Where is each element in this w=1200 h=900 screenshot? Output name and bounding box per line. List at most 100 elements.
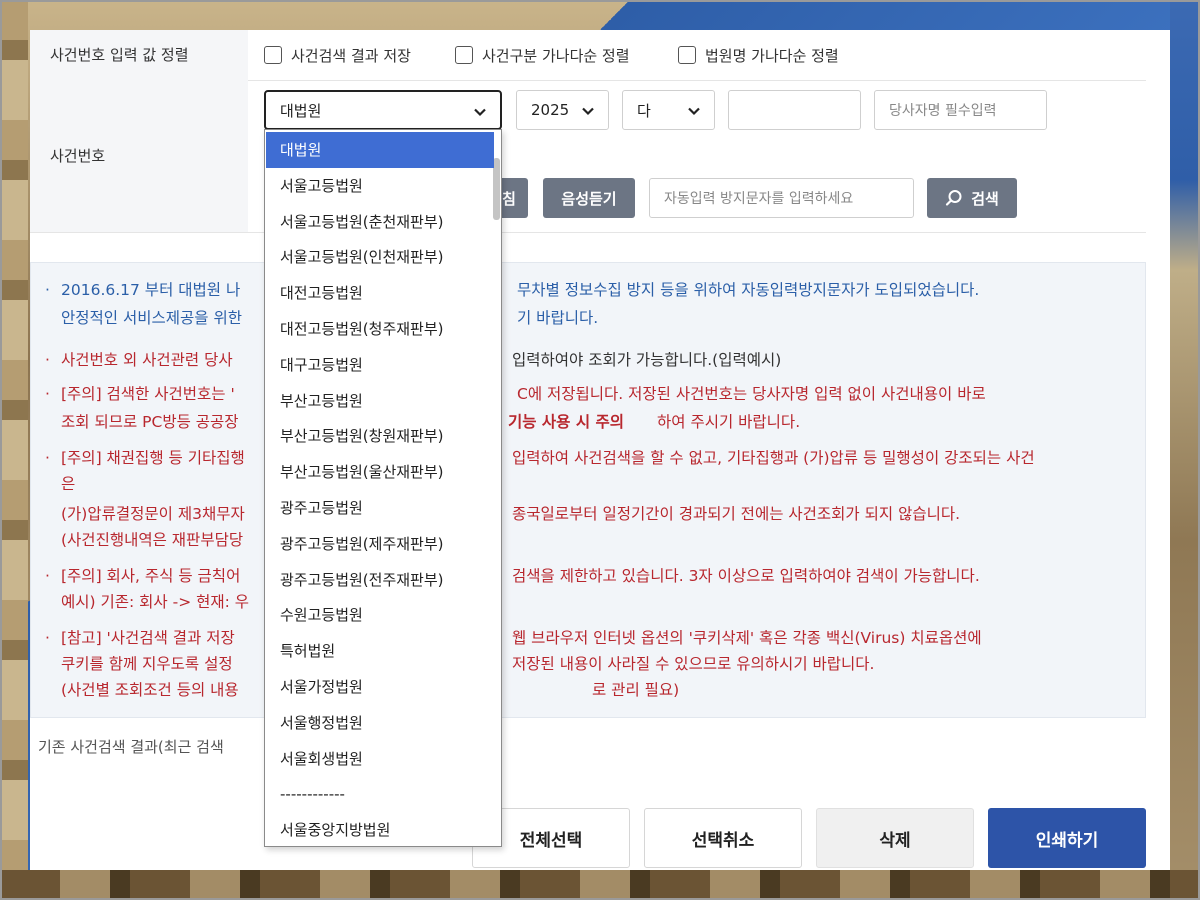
notice-line: 안정적인 서비스제공을 위한 기 바랍니다. [45,305,598,331]
case-number-row: 사건번호 대법원 2025 다 당사자명 필수입력 침 음성듣기 자동입력 방지… [30,80,1146,233]
notice-line: · [주의] 채권집행 등 기타집행 입력하여 사건검색을 할 수 없고, 기타집행… [45,445,1035,471]
previous-results-text: 기존 사건검색 결과(최근 검색 [38,738,224,756]
sort-row-label: 사건번호 입력 값 정렬 [30,30,248,80]
notice-text: 저장된 내용이 사라질 수 있으므로 유의하시기 바랍니다. [512,655,875,673]
print-button[interactable]: 인쇄하기 [988,808,1146,868]
checkbox-box[interactable] [678,46,696,64]
search-panel: 사건번호 입력 값 정렬 사건검색 결과 저장 사건구분 가나다순 정렬 법원명… [30,30,1170,870]
dropdown-scrollbar[interactable] [493,130,501,846]
party-name-input[interactable]: 당사자명 필수입력 [874,90,1047,130]
notice-text: [주의] 채권집행 등 기타집행 [61,449,245,467]
notice-text: C에 저장됩니다. 저장된 사건번호는 당사자명 입력 없이 사건내용이 바로 [517,385,986,403]
checkbox-label: 사건검색 결과 저장 [291,46,411,65]
notice-line: 쿠키를 함께 지우도록 설정 저장된 내용이 사라질 수 있으므로 유의하시기 바… [45,651,874,677]
notice-bullet: · [45,567,50,585]
save-results-checkbox[interactable]: 사건검색 결과 저장 [264,44,411,66]
dropdown-separator: ------------ [280,785,345,804]
case-type-select-value: 다 [637,101,651,120]
court-option[interactable]: 부산고등법원 [266,383,494,419]
sort-court-name-checkbox[interactable]: 법원명 가나다순 정렬 [678,44,839,66]
background-right [1170,0,1200,900]
court-option[interactable]: 대법원 [266,132,494,168]
notice-text: 은 [61,475,76,493]
court-option[interactable]: 서울고등법원 [266,168,494,204]
sort-case-type-checkbox[interactable]: 사건구분 가나다순 정렬 [455,44,630,66]
court-option[interactable]: 광주고등법원(제주재판부) [266,526,494,562]
notice-text: 종국일로부터 일정기간이 경과되기 전에는 사건조회가 되지 않습니다. [512,505,961,523]
notice-text: [주의] 검색한 사건번호는 ' [61,385,235,403]
notice-text: (가)압류결정문이 제3채무자 [61,505,245,523]
search-icon [946,190,962,206]
notice-line: · 2016.6.17 부터 대법원 나 무차별 정보수집 방지 등을 위하여 자동… [45,277,979,303]
notice-bullet: · [45,629,50,647]
case-number-label: 사건번호 [30,80,248,232]
notice-text: 안정적인 서비스제공을 위한 [61,309,242,327]
notice-text: [주의] 회사, 주식 등 금칙어 [61,567,241,585]
court-select[interactable]: 대법원 [264,90,502,130]
case-type-select[interactable]: 다 [622,90,715,130]
court-dropdown-list[interactable]: 대법원 서울고등법원 서울고등법원(춘천재판부) 서울고등법원(인천재판부) 대전고등법… [264,129,502,847]
delete-button[interactable]: 삭제 [816,808,974,868]
court-option[interactable]: 서울고등법원(인천재판부) [266,239,494,275]
notice-text: [참고] '사건검색 결과 저장 [61,629,235,647]
checkbox-label: 법원명 가나다순 정렬 [705,46,839,65]
captcha-input[interactable]: 자동입력 방지문자를 입력하세요 [649,178,914,218]
court-option[interactable]: 대구고등법원 [266,347,494,383]
checkbox-box[interactable] [264,46,282,64]
court-option[interactable]: 서울가정법원 [266,669,494,705]
court-option[interactable]: 광주고등법원(전주재판부) [266,562,494,598]
notice-text: 입력하여 사건검색을 할 수 없고, 기타집행과 (가)압류 등 밀행성이 강조… [512,449,1035,467]
search-button-label: 검색 [971,189,999,208]
notice-box: · 2016.6.17 부터 대법원 나 무차별 정보수집 방지 등을 위하여 자동… [30,262,1146,718]
court-option[interactable]: 부산고등법원(창원재판부) [266,418,494,454]
notice-line: 은 [45,471,75,497]
notice-line: 조회 되므로 PC방등 공공장 기능 사용 시 주의 하여 주시기 바랍니다. [45,409,800,435]
background-left [0,0,28,900]
court-select-value: 대법원 [280,101,322,120]
year-select-value: 2025 [531,101,570,119]
deselect-button[interactable]: 선택취소 [644,808,802,868]
notice-line: · [주의] 회사, 주식 등 금칙어 검색을 제한하고 있습니다. 3자 이상으로… [45,563,980,589]
notice-line: (가)압류결정문이 제3채무자 종국일로부터 일정기간이 경과되기 전에는 사건조… [45,501,960,527]
court-option[interactable]: 부산고등법원(울산재판부) [266,454,494,490]
notice-line: (사건별 조회조건 등의 내용 로 관리 필요) [45,677,679,703]
court-option[interactable]: 서울회생법원 [266,741,494,777]
court-option[interactable]: 서울행정법원 [266,705,494,741]
notice-text: (사건진행내역은 재판부담당 [61,531,244,549]
year-select[interactable]: 2025 [516,90,609,130]
court-option[interactable]: 대전고등법원(청주재판부) [266,311,494,347]
dropdown-scrollbar-thumb[interactable] [493,158,500,220]
notice-text: 웹 브라우저 인터넷 옵션의 '쿠키삭제' 혹은 각종 백신(Virus) 치료… [512,629,982,647]
court-option[interactable]: 특허법원 [266,633,494,669]
notice-text: 검색을 제한하고 있습니다. 3자 이상으로 입력하여야 검색이 가능합니다. [512,567,980,585]
chevron-down-icon [582,107,594,116]
court-option[interactable]: 서울고등법원(춘천재판부) [266,204,494,240]
court-option[interactable]: 대전고등법원 [266,275,494,311]
background-bottom [0,870,1200,900]
search-button[interactable]: 검색 [927,178,1017,218]
court-option[interactable]: 서울중앙지방법원 [266,812,494,846]
court-option[interactable]: 수원고등법원 [266,597,494,633]
notice-line: · [참고] '사건검색 결과 저장 웹 브라우저 인터넷 옵션의 '쿠키삭제' 혹… [45,625,982,651]
notice-text: 2016.6.17 부터 대법원 나 [61,281,241,299]
notice-text: 입력하여야 조회가 가능합니다.(입력예시) [512,351,782,369]
audio-captcha-button[interactable]: 음성듣기 [543,178,635,218]
notice-text: 조회 되므로 PC방등 공공장 [61,413,239,431]
notice-line: 예시) 기존: 회사 -> 현재: 우 [45,589,249,615]
chevron-down-icon [474,108,486,117]
notice-line: · [주의] 검색한 사건번호는 ' C에 저장됩니다. 저장된 사건번호는 당사자… [45,381,986,407]
notice-text: 로 관리 필요) [592,681,680,699]
notice-bullet: · [45,449,50,467]
checkbox-label: 사건구분 가나다순 정렬 [482,46,630,65]
notice-text: 기 바랍니다. [517,309,599,327]
chevron-down-icon [688,107,700,116]
notice-text: 무차별 정보수집 방지 등을 위하여 자동입력방지문자가 도입되었습니다. [517,281,980,299]
notice-bullet: · [45,385,50,403]
court-option[interactable]: 광주고등법원 [266,490,494,526]
sort-row: 사건번호 입력 값 정렬 사건검색 결과 저장 사건구분 가나다순 정렬 법원명… [30,30,1146,81]
checkbox-box[interactable] [455,46,473,64]
notice-text: 사건번호 외 사건관련 당사 [61,351,233,369]
case-number-input[interactable] [728,90,861,130]
notice-text: 하여 주시기 바랍니다. [657,413,801,431]
notice-text: 예시) 기존: 회사 -> 현재: 우 [61,593,250,611]
